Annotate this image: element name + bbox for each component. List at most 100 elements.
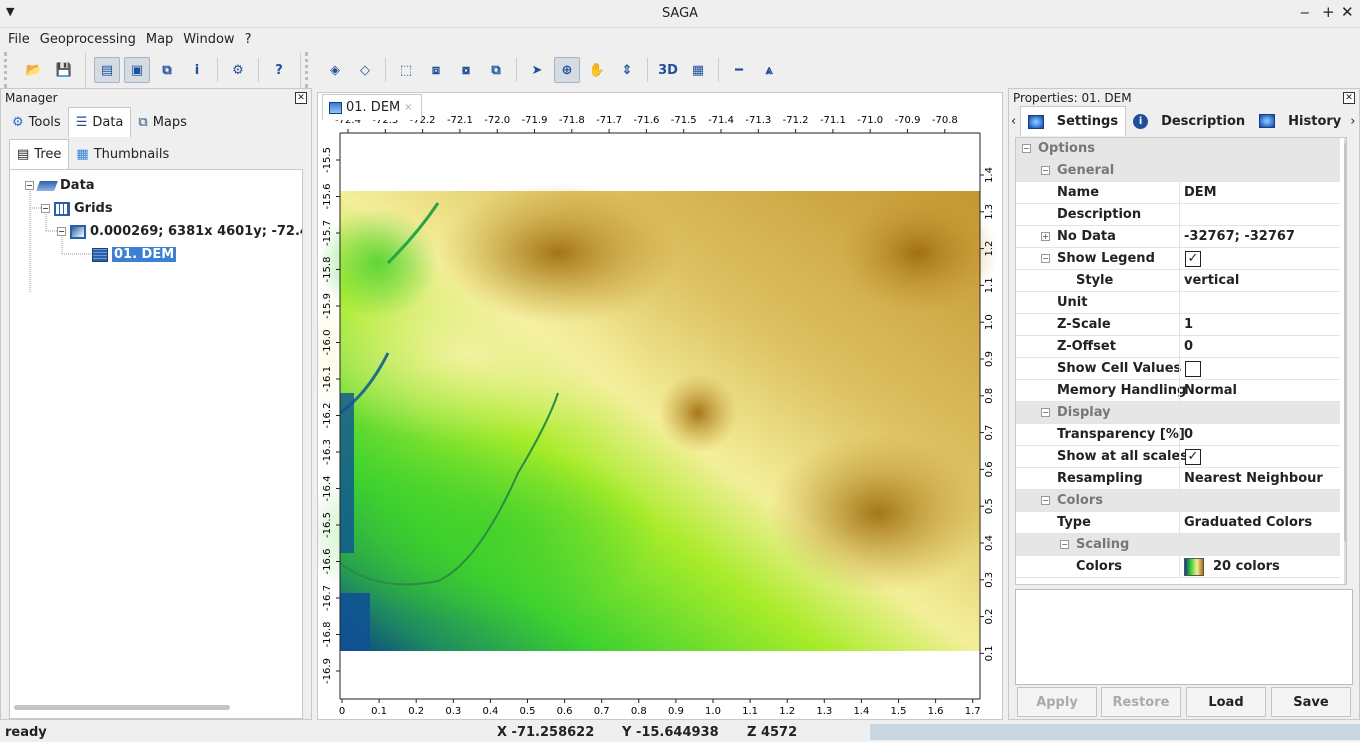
- property-value[interactable]: 0: [1184, 339, 1193, 354]
- collapse-icon[interactable]: −: [1041, 166, 1050, 175]
- property-row[interactable]: Transparency [%] 0: [1016, 424, 1340, 446]
- tab-scroll-right-icon[interactable]: ›: [1348, 106, 1359, 136]
- save-button[interactable]: Save: [1271, 687, 1351, 717]
- property-row[interactable]: Type Graduated Colors: [1016, 512, 1340, 534]
- north-arrow-icon[interactable]: ⩓: [756, 57, 782, 83]
- zoom-back-icon[interactable]: ⧈: [423, 57, 449, 83]
- tab-scroll-left-icon[interactable]: ‹: [1009, 106, 1020, 136]
- menu-file[interactable]: File: [3, 32, 35, 47]
- collapse-icon[interactable]: −: [1041, 496, 1050, 505]
- property-value[interactable]: Nearest Neighbour: [1184, 471, 1323, 486]
- collapse-icon[interactable]: −: [41, 204, 50, 213]
- maximize-icon[interactable]: +: [1322, 3, 1335, 21]
- property-value[interactable]: Graduated Colors: [1184, 515, 1312, 530]
- property-category[interactable]: − Scaling: [1016, 534, 1340, 556]
- color-ramp-swatch[interactable]: [1184, 558, 1204, 576]
- property-row[interactable]: Resampling Nearest Neighbour: [1016, 468, 1340, 490]
- tree-node-data[interactable]: − Data: [25, 178, 95, 193]
- sync-maps-icon[interactable]: ⧉: [483, 57, 509, 83]
- tab-tools[interactable]: ⚙ Tools: [5, 107, 68, 137]
- tree-node-grids[interactable]: − Grids: [41, 201, 113, 216]
- tree-horizontal-scrollbar[interactable]: [14, 705, 230, 710]
- data-source-icon[interactable]: ⧉: [154, 57, 180, 83]
- property-value[interactable]: 0: [1184, 427, 1193, 442]
- subtab-tree[interactable]: ▤ Tree: [9, 139, 70, 169]
- collapse-icon[interactable]: −: [25, 181, 34, 190]
- property-value[interactable]: vertical: [1184, 273, 1239, 288]
- zoom-active-layer-icon[interactable]: ◇: [352, 57, 378, 83]
- subtab-thumbnails[interactable]: ▦ Thumbnails: [69, 139, 176, 169]
- tree-node-dem[interactable]: 01. DEM: [92, 247, 177, 262]
- minimize-icon[interactable]: ‒: [1300, 3, 1310, 21]
- zoom-tool-icon[interactable]: ⊕: [554, 57, 580, 83]
- measure-distance-icon[interactable]: ━: [726, 57, 752, 83]
- property-row[interactable]: Description: [1016, 204, 1340, 226]
- property-value[interactable]: 1: [1184, 317, 1193, 332]
- restore-button[interactable]: Restore: [1101, 687, 1181, 717]
- collapse-icon[interactable]: −: [1022, 144, 1031, 153]
- property-checkbox[interactable]: ✓: [1185, 251, 1201, 267]
- property-row[interactable]: Show Cell Values: [1016, 358, 1340, 380]
- help-icon[interactable]: ?: [266, 57, 292, 83]
- property-row[interactable]: Style vertical: [1016, 270, 1340, 292]
- tab-settings[interactable]: Settings: [1019, 106, 1127, 136]
- property-row[interactable]: Colors 20 colors: [1016, 556, 1340, 578]
- map-layout-icon[interactable]: ▦: [685, 57, 711, 83]
- menu-window[interactable]: Window: [178, 32, 239, 47]
- property-value[interactable]: Normal: [1184, 383, 1237, 398]
- tab-description[interactable]: i Description: [1126, 106, 1252, 136]
- property-row[interactable]: − Show Legend ✓: [1016, 248, 1340, 270]
- property-row[interactable]: Memory Handling Normal: [1016, 380, 1340, 402]
- property-row[interactable]: Show at all scales ✓: [1016, 446, 1340, 468]
- property-value[interactable]: -32767; -32767: [1184, 229, 1295, 244]
- property-row[interactable]: Z-Offset 0: [1016, 336, 1340, 358]
- tools-icon[interactable]: ⚙: [225, 57, 251, 83]
- 3d-view-icon[interactable]: 3D: [655, 57, 681, 83]
- property-grid-scrollbar[interactable]: [1344, 138, 1346, 584]
- menu-help[interactable]: ?: [240, 32, 257, 47]
- apply-button[interactable]: Apply: [1017, 687, 1097, 717]
- map-view[interactable]: -72.4 -72.3 -72.2 -72.1 -72.0 -71.9 -71.8 -71.7…: [317, 92, 1003, 720]
- map-canvas[interactable]: -72.4 -72.3 -72.2 -72.1 -72.0 -71.9 -71.8 -71.7…: [318, 93, 1004, 721]
- save-icon[interactable]: 💾: [51, 57, 77, 83]
- tab-data[interactable]: ☰ Data: [67, 107, 132, 137]
- pan-zoom-icon[interactable]: ⇕: [614, 57, 640, 83]
- collapse-icon[interactable]: −: [1041, 408, 1050, 417]
- manager-close-icon[interactable]: ✕: [295, 92, 307, 104]
- properties-close-icon[interactable]: ✕: [1343, 92, 1355, 104]
- collapse-icon[interactable]: −: [1060, 540, 1069, 549]
- tab-history[interactable]: History: [1252, 106, 1348, 136]
- property-category[interactable]: − Display: [1016, 402, 1340, 424]
- property-checkbox[interactable]: [1185, 361, 1201, 377]
- property-row[interactable]: + No Data -32767; -32767: [1016, 226, 1340, 248]
- property-row[interactable]: Name DEM: [1016, 182, 1340, 204]
- collapse-icon[interactable]: −: [1041, 254, 1050, 263]
- property-value[interactable]: 20 colors: [1213, 559, 1280, 574]
- property-category[interactable]: − Options: [1016, 138, 1340, 160]
- menu-geoprocessing[interactable]: Geoprocessing: [35, 32, 141, 47]
- zoom-forward-icon[interactable]: ⧇: [453, 57, 479, 83]
- tab-map-dem[interactable]: 01. DEM ×: [322, 94, 422, 120]
- pan-hand-icon[interactable]: ✋: [584, 57, 610, 83]
- property-category[interactable]: − General: [1016, 160, 1340, 182]
- property-checkbox[interactable]: ✓: [1185, 449, 1201, 465]
- property-value[interactable]: DEM: [1184, 185, 1217, 200]
- open-folder-icon[interactable]: 📂: [21, 57, 47, 83]
- tree-node-grid-system[interactable]: − 0.000269; 6381x 4601y; -72.466814x: [57, 224, 302, 239]
- manager-panel-icon[interactable]: ▤: [94, 57, 120, 83]
- zoom-full-extent-icon[interactable]: ◈: [322, 57, 348, 83]
- expand-icon[interactable]: +: [1041, 232, 1050, 241]
- property-row[interactable]: Unit: [1016, 292, 1340, 314]
- menu-map[interactable]: Map: [141, 32, 178, 47]
- zoom-selection-icon[interactable]: ⬚: [393, 57, 419, 83]
- info-icon[interactable]: i: [184, 57, 210, 83]
- tab-close-icon[interactable]: ×: [404, 102, 412, 113]
- properties-panel-icon[interactable]: ▣: [124, 57, 150, 83]
- close-icon[interactable]: ✕: [1341, 3, 1354, 21]
- property-row[interactable]: Z-Scale 1: [1016, 314, 1340, 336]
- action-pointer-icon[interactable]: ➤: [524, 57, 550, 83]
- load-button[interactable]: Load: [1186, 687, 1266, 717]
- collapse-icon[interactable]: −: [57, 227, 66, 236]
- tab-maps[interactable]: ⧉ Maps: [131, 107, 194, 137]
- property-category[interactable]: − Colors: [1016, 490, 1340, 512]
